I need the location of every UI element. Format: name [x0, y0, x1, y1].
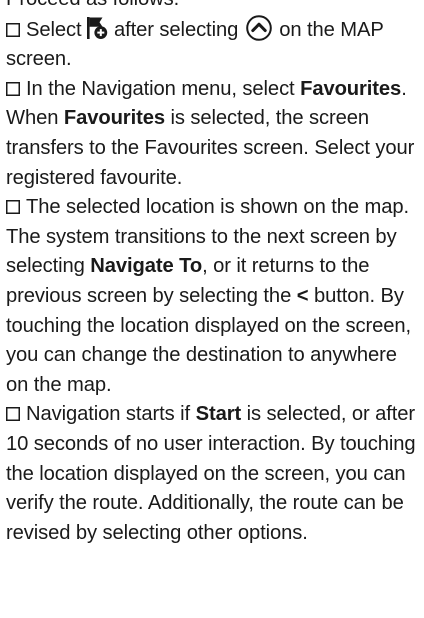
step-4-text-a: Navigation starts if: [26, 403, 191, 426]
step-2-text-a: In the Navigation menu, select: [26, 77, 295, 100]
back-button-term: <: [296, 284, 309, 307]
start-term: Start: [195, 403, 242, 426]
favourites-term: Favourites: [300, 77, 402, 100]
step-4: Navigation starts if Start is selected, …: [6, 400, 422, 548]
step-3: The selected location is shown on the ma…: [6, 193, 422, 400]
navigate-to-term: Navigate To: [90, 255, 203, 278]
step-1-text-b: after selecting: [114, 18, 239, 41]
checkbox-icon: [6, 200, 20, 215]
step-1: Select after selecting on the MAP screen…: [6, 14, 422, 75]
checkbox-icon: [6, 81, 20, 96]
chevron-up-circle-icon: [245, 14, 272, 41]
checkbox-icon: [6, 22, 20, 37]
intro-text: Proceed as follows.: [6, 0, 422, 15]
step-2: In the Navigation menu, select Favourite…: [6, 75, 422, 193]
instructions-document: Proceed as follows. Select after selecti…: [6, 0, 422, 548]
step-1-text-a: Select: [26, 18, 82, 41]
flag-add-icon: [86, 16, 107, 39]
favourites-term: Favourites: [63, 107, 165, 130]
checkbox-icon: [6, 407, 20, 422]
